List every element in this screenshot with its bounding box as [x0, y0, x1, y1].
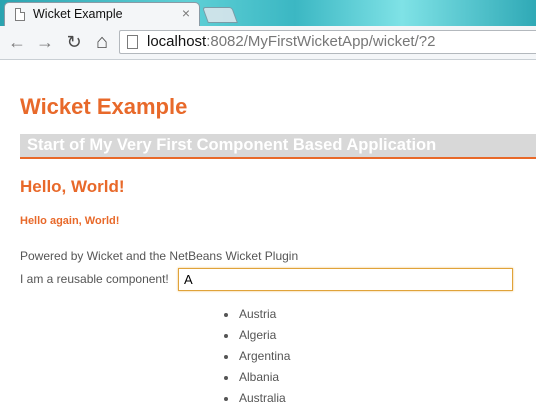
browser-toolbar: ← → ↻ ⌂ localhost:8082/MyFirstWicketApp/…	[0, 26, 536, 60]
url-path: :8082/MyFirstWicketApp/wicket/?2	[206, 33, 436, 50]
page-favicon-icon	[15, 8, 25, 21]
autocomplete-list: Austria Algeria Argentina Albania Austra…	[219, 304, 290, 409]
page-icon	[127, 35, 138, 49]
page-title: Wicket Example	[20, 94, 188, 119]
back-icon[interactable]: ←	[6, 31, 28, 53]
browser-tab[interactable]: Wicket Example ×	[4, 2, 200, 26]
url-text: localhost:8082/MyFirstWicketApp/wicket/?…	[147, 33, 435, 51]
banner: Start of My Very First Component Based A…	[20, 134, 536, 159]
suggestion-item[interactable]: Albania	[219, 367, 290, 388]
forward-icon[interactable]: →	[34, 31, 56, 53]
reusable-input[interactable]	[178, 268, 513, 291]
hello-heading: Hello, World!	[20, 177, 125, 196]
hello-again-heading: Hello again, World!	[20, 215, 120, 227]
suggestion-item[interactable]: Algeria	[219, 325, 290, 346]
tab-title: Wicket Example	[33, 7, 123, 21]
tab-close-icon[interactable]: ×	[182, 5, 190, 21]
suggestion-item[interactable]: Austria	[219, 304, 290, 325]
suggestion-item[interactable]: Australia	[219, 388, 290, 409]
url-host: localhost	[147, 33, 207, 50]
home-icon[interactable]: ⌂	[91, 31, 113, 53]
tab-strip: Wicket Example ×	[0, 0, 536, 26]
reusable-label: I am a reusable component!	[20, 272, 169, 286]
suggestion-item[interactable]: Argentina	[219, 346, 290, 367]
powered-by-text: Powered by Wicket and the NetBeans Wicke…	[20, 249, 299, 263]
address-bar[interactable]: localhost:8082/MyFirstWicketApp/wicket/?…	[119, 30, 536, 54]
reload-icon[interactable]: ↻	[63, 31, 85, 53]
new-tab-button[interactable]	[202, 7, 238, 23]
banner-text: Start of My Very First Component Based A…	[27, 136, 437, 154]
